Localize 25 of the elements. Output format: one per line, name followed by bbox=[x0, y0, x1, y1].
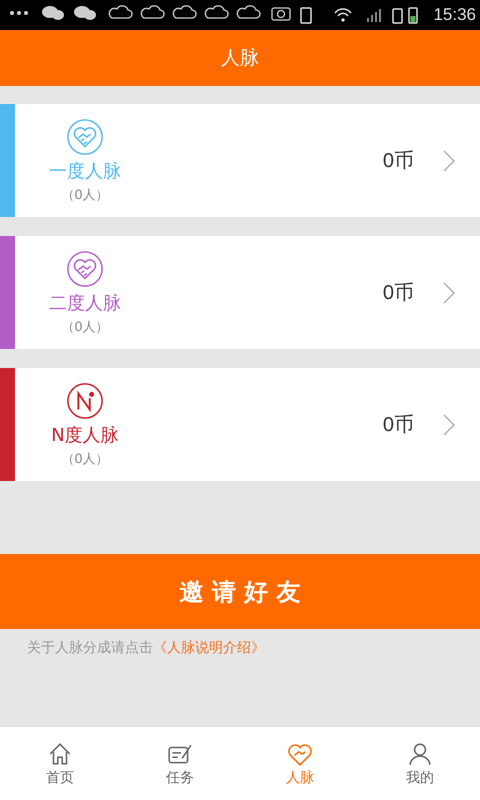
chevron-right-icon bbox=[442, 412, 456, 436]
coin-amount: 0币 bbox=[382, 149, 414, 174]
page-title: 人脉 bbox=[221, 46, 259, 71]
tab-item[interactable]: 我的 bbox=[360, 727, 480, 800]
tab-item[interactable]: 首页 bbox=[0, 727, 120, 800]
group-name: N度人脉 bbox=[51, 424, 119, 448]
group-name: 一度人脉 bbox=[49, 160, 121, 184]
group-name: 二度人脉 bbox=[49, 292, 121, 316]
n-letter-icon bbox=[66, 382, 104, 420]
member-count: （0人） bbox=[61, 450, 109, 468]
chevron-right-icon bbox=[442, 148, 456, 172]
home-icon bbox=[47, 740, 73, 766]
person-icon bbox=[407, 740, 433, 766]
connection-row[interactable]: 一度人脉 （0人） 0币 bbox=[0, 104, 480, 217]
chevron-right-icon bbox=[442, 280, 456, 304]
info-text: 关于人脉分成请点击《人脉说明介绍》 bbox=[27, 639, 266, 657]
member-count: （0人） bbox=[61, 186, 109, 204]
connection-row[interactable]: 二度人脉 （0人） 0币 bbox=[0, 236, 480, 349]
connection-row[interactable]: N度人脉 （0人） 0币 bbox=[0, 368, 480, 481]
coin-amount: 0币 bbox=[382, 413, 414, 438]
tab-item[interactable]: 任务 bbox=[120, 727, 240, 800]
tab-item[interactable]: 人脉 bbox=[240, 727, 360, 800]
member-count: （0人） bbox=[61, 318, 109, 336]
clock-time: 15:36 bbox=[433, 5, 476, 25]
coin-amount: 0币 bbox=[382, 281, 414, 306]
